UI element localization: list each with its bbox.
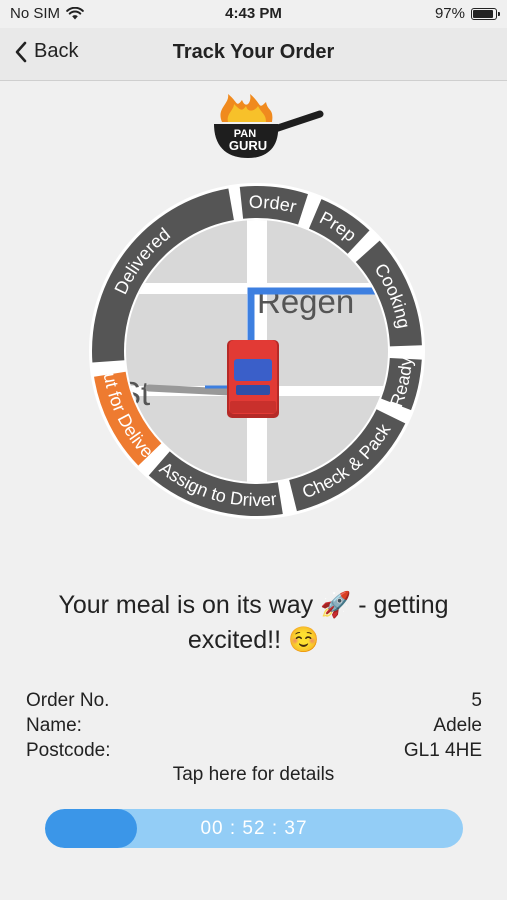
status-message-line-1: Your meal is on its way 🚀 - getting [58,591,449,619]
countdown-timer: 00 : 52 : 37 [200,818,308,839]
nav-bar: Back Track Your Order [0,28,507,81]
battery-icon [471,7,500,20]
logo-text-guru: GURU [229,138,267,153]
name-row: Name: Adele [26,713,482,738]
battery-level [473,9,494,18]
pan-guru-logo: PAN GURU [214,94,324,158]
countdown-progress-bar: 00 : 52 : 37 [45,809,463,848]
status-right: 97% [434,5,500,22]
status-time: 4:43 PM [225,5,282,22]
status-message: Your meal is on its way 🚀 - getting exci… [20,588,487,658]
name-value: Adele [433,715,482,736]
order-progress-wheel: Regen St OrderPrepCookingReadyCheck & Pa… [89,183,425,519]
battery-percent: 97% [434,5,465,22]
page-title: Track Your Order [172,41,335,63]
postcode-row: Postcode: GL1 4HE [26,738,482,763]
order-number-label: Order No. [26,690,110,711]
postcode-label: Postcode: [26,740,111,761]
status-bar: No SIM 4:43 PM 97% [0,0,507,28]
name-label: Name: [26,715,82,736]
details-link[interactable]: Tap here for details [0,764,507,786]
order-number-value: 5 [471,690,482,711]
order-details: Order No. 5 Name: Adele Postcode: GL1 4H… [26,688,482,763]
delivery-car-icon [227,340,279,418]
order-number-row: Order No. 5 [26,688,482,713]
status-message-line-2: excited!! ☺️ [187,626,320,654]
postcode-value: GL1 4HE [403,740,482,761]
